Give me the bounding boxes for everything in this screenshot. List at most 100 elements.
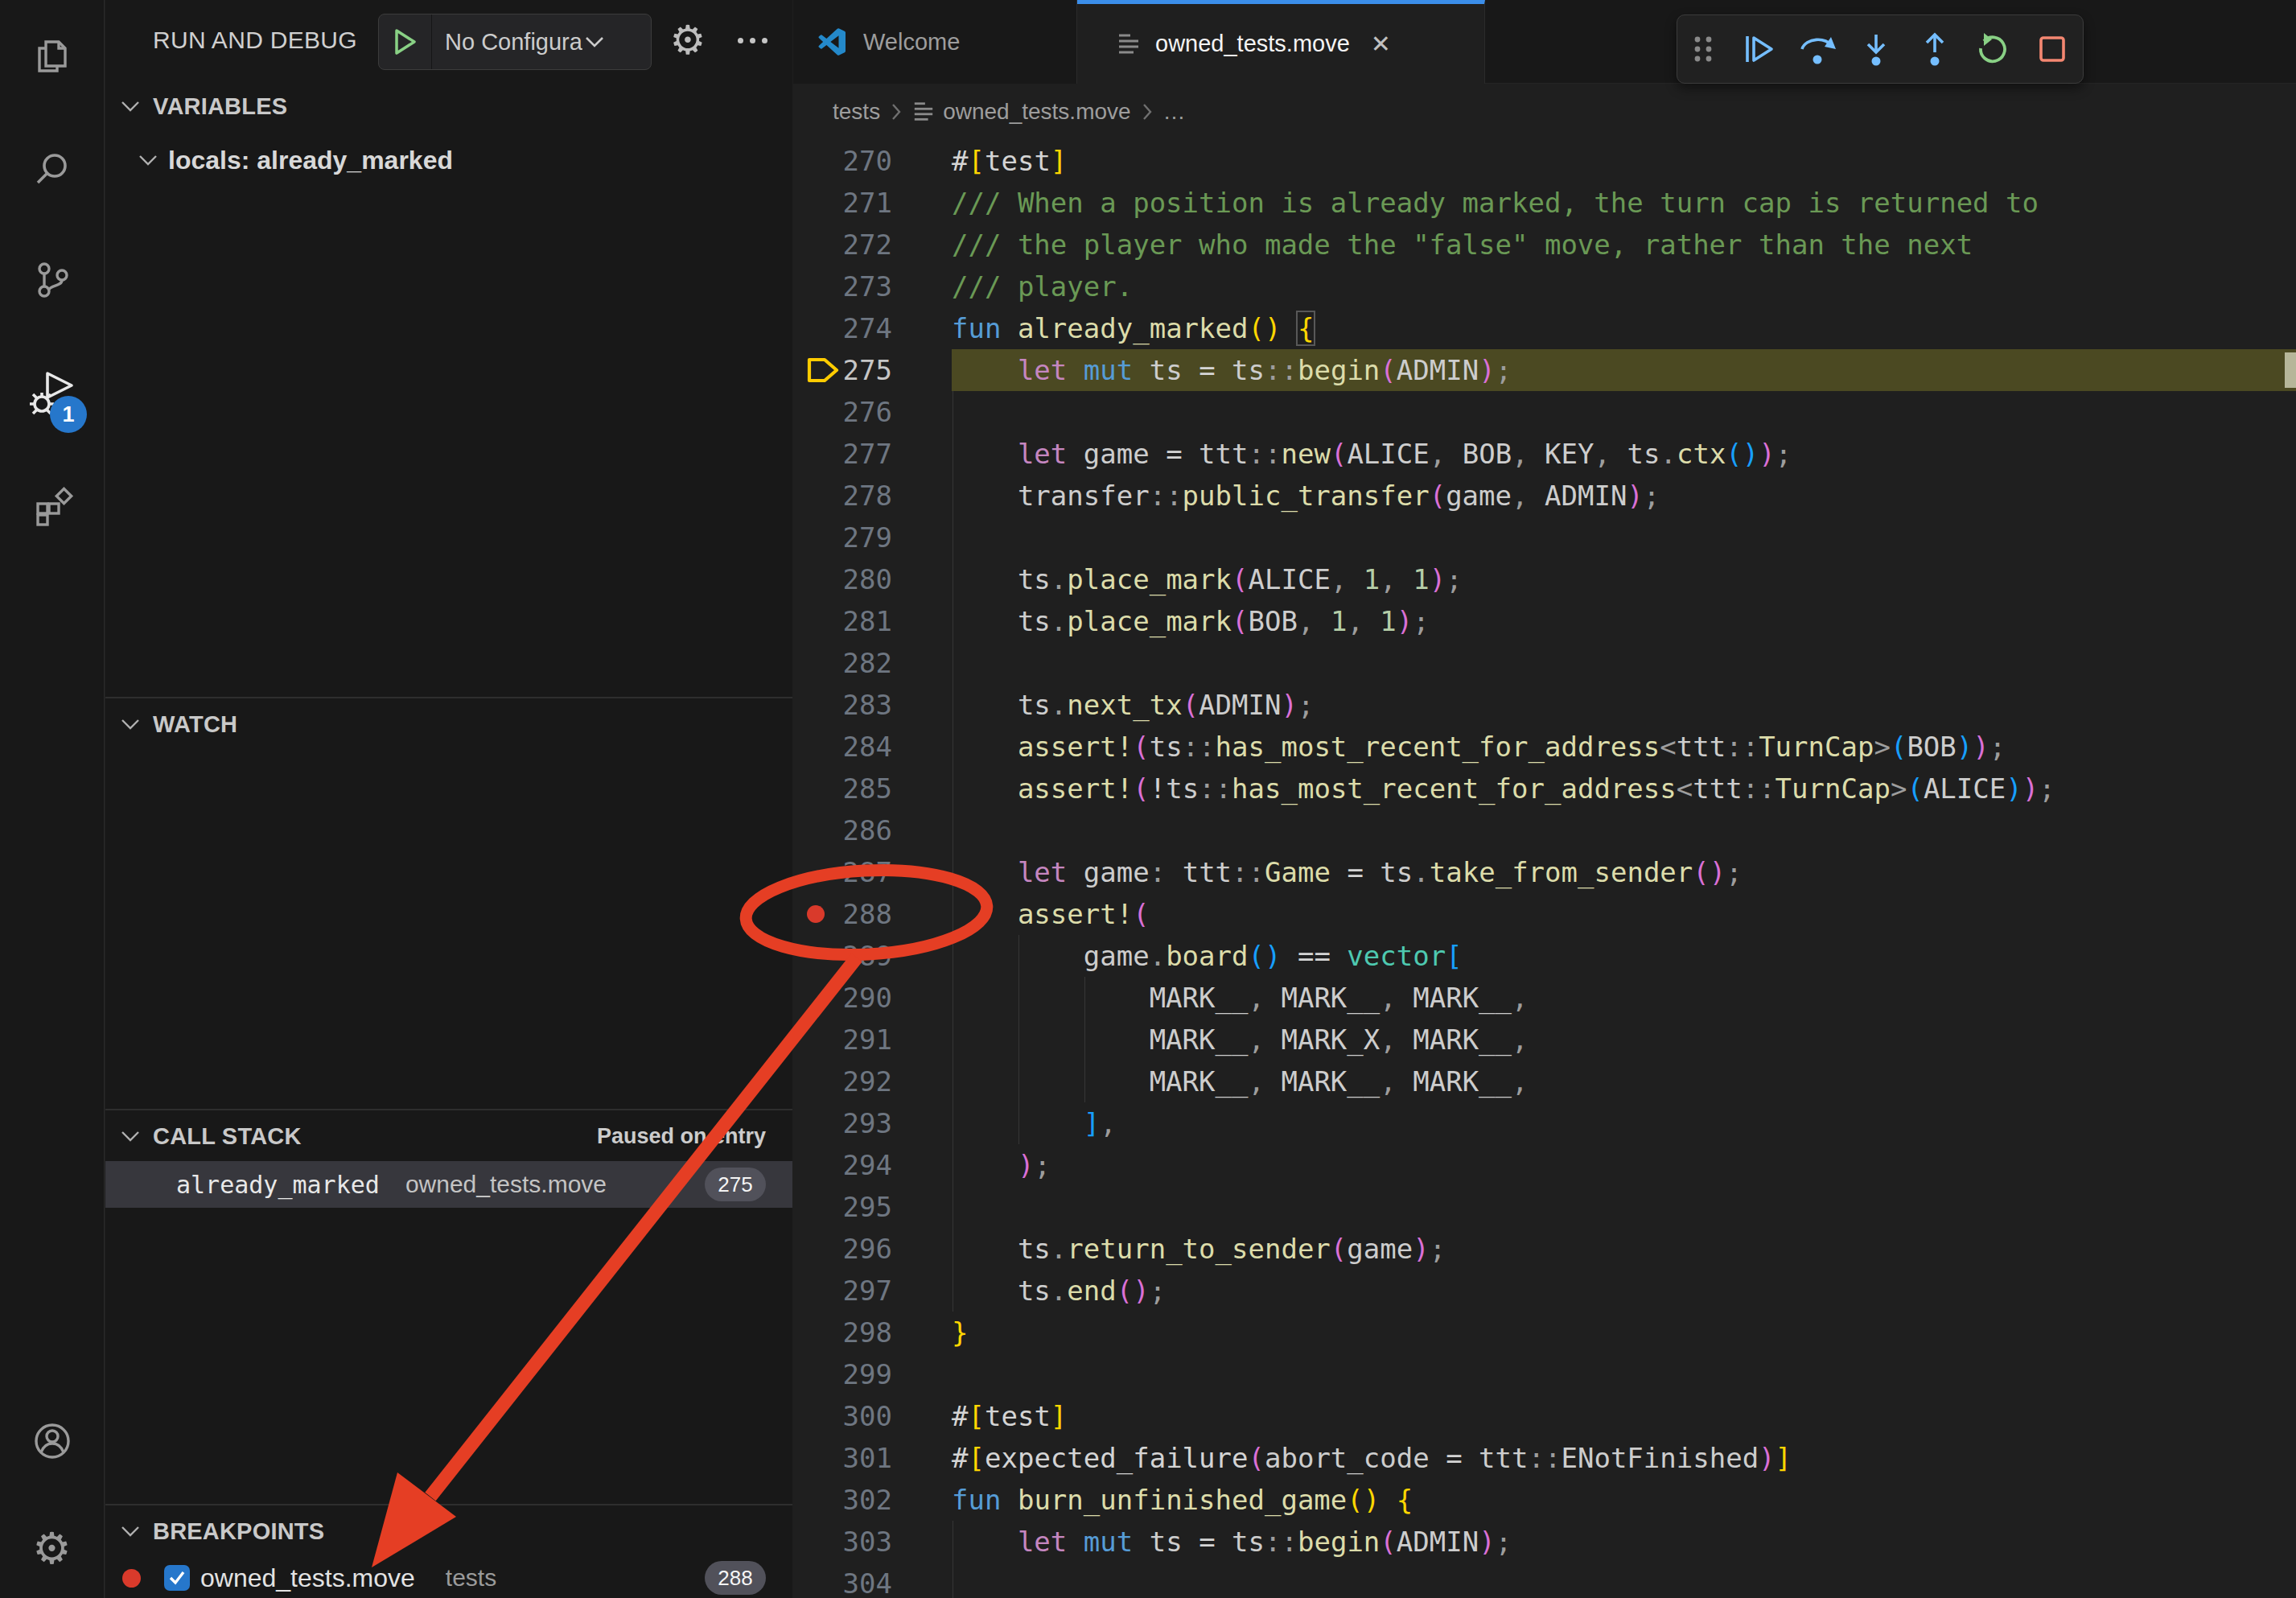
gutter-line-276[interactable]: 276 [793,391,952,433]
gutter-line-289[interactable]: 289 [793,935,952,977]
breakpoint-row[interactable]: owned_tests.move tests 288 [105,1555,792,1598]
gutter-line-280[interactable]: 280 [793,558,952,600]
code-line-297[interactable]: 297 ts.end(); [793,1270,2296,1312]
code-text-line-298[interactable]: } [952,1312,968,1353]
code-line-295[interactable]: 295 [793,1186,2296,1228]
breadcrumb-tests[interactable]: tests [833,99,880,125]
section-variables[interactable]: VARIABLES [105,80,792,132]
breakpoint-dot-icon[interactable] [806,893,825,935]
tab-owned-tests-move[interactable]: owned_tests.move ✕ [1077,0,1485,84]
code-line-280[interactable]: 280 ts.place_mark(ALICE, 1, 1); [793,558,2296,600]
step-into-button[interactable] [1846,14,1905,84]
code-text-line-287[interactable]: let game: ttt::Game = ts.take_from_sende… [952,851,1743,893]
tab-welcome[interactable]: Welcome [793,0,1077,84]
code-line-281[interactable]: 281 ts.place_mark(BOB, 1, 1); [793,600,2296,642]
code-text-line-290[interactable]: MARK__, MARK__, MARK__, [952,977,1529,1019]
gutter-line-300[interactable]: 300 [793,1395,952,1437]
code-line-272[interactable]: 272/// the player who made the "false" m… [793,224,2296,266]
code-text-line-296[interactable]: ts.return_to_sender(game); [952,1228,1446,1270]
gutter-line-279[interactable]: 279 [793,517,952,558]
code-text-line-275[interactable]: let mut ts = ts::begin(ADMIN); [952,349,1512,391]
gear-icon[interactable]: ⚙ [669,21,707,60]
gutter-line-291[interactable]: 291 [793,1019,952,1061]
gutter-line-274[interactable]: 274 [793,307,952,349]
code-text-line-285[interactable]: assert!(!ts::has_most_recent_for_address… [952,768,2055,809]
code-text-line-297[interactable]: ts.end(); [952,1270,1166,1312]
gutter-line-304[interactable]: 304 [793,1563,952,1598]
code-line-278[interactable]: 278 transfer::public_transfer(game, ADMI… [793,475,2296,517]
code-text-line-271[interactable]: /// When a position is already marked, t… [952,182,2039,224]
gutter-line-286[interactable]: 286 [793,809,952,851]
gutter-line-288[interactable]: 288 [793,893,952,935]
code-line-294[interactable]: 294 ); [793,1144,2296,1186]
section-watch[interactable]: WATCH [105,698,792,750]
gutter-line-277[interactable]: 277 [793,433,952,475]
gutter-line-303[interactable]: 303 [793,1521,952,1563]
gutter-line-302[interactable]: 302 [793,1479,952,1521]
code-text-line-303[interactable]: let mut ts = ts::begin(ADMIN); [952,1521,1512,1563]
explorer-icon[interactable] [28,32,76,80]
gutter-line-290[interactable]: 290 [793,977,952,1019]
search-icon[interactable] [28,145,76,193]
gutter-line-281[interactable]: 281 [793,600,952,642]
variables-scope-locals[interactable]: locals: already_marked [105,137,792,183]
code-line-303[interactable]: 303 let mut ts = ts::begin(ADMIN); [793,1521,2296,1563]
code-line-291[interactable]: 291 MARK__, MARK_X, MARK__, [793,1019,2296,1061]
gutter-line-292[interactable]: 292 [793,1061,952,1102]
code-line-283[interactable]: 283 ts.next_tx(ADMIN); [793,684,2296,726]
code-line-296[interactable]: 296 ts.return_to_sender(game); [793,1228,2296,1270]
section-call-stack[interactable]: CALL STACK Paused on entry [105,1110,792,1162]
code-line-292[interactable]: 292 MARK__, MARK__, MARK__, [793,1061,2296,1102]
code-line-287[interactable]: 287 let game: ttt::Game = ts.take_from_s… [793,851,2296,893]
stop-button[interactable] [2022,14,2081,84]
code-text-line-301[interactable]: #[expected_failure(abort_code = ttt::ENo… [952,1437,1792,1479]
code-text-line-300[interactable]: #[test] [952,1395,1067,1437]
code-text-line-273[interactable]: /// player. [952,266,1133,307]
code-text-line-281[interactable]: ts.place_mark(BOB, 1, 1); [952,600,1430,642]
gutter-line-287[interactable]: 287 [793,851,952,893]
gutter-line-270[interactable]: 270 [793,140,952,182]
code-text-line-288[interactable]: assert!( [952,893,1150,935]
gutter-line-293[interactable]: 293 [793,1102,952,1144]
gutter-line-271[interactable]: 271 [793,182,952,224]
gutter-line-298[interactable]: 298 [793,1312,952,1353]
code-line-304[interactable]: 304 [793,1563,2296,1598]
gutter-line-296[interactable]: 296 [793,1228,952,1270]
code-text-line-278[interactable]: transfer::public_transfer(game, ADMIN); [952,475,1660,517]
code-line-282[interactable]: 282 [793,642,2296,684]
gutter-line-283[interactable]: 283 [793,684,952,726]
close-icon[interactable]: ✕ [1371,30,1391,58]
gutter-line-282[interactable]: 282 [793,642,952,684]
gutter-line-295[interactable]: 295 [793,1186,952,1228]
code-line-289[interactable]: 289 game.board() == vector[ [793,935,2296,977]
code-line-301[interactable]: 301#[expected_failure(abort_code = ttt::… [793,1437,2296,1479]
code-line-290[interactable]: 290 MARK__, MARK__, MARK__, [793,977,2296,1019]
code-line-277[interactable]: 277 let game = ttt::new(ALICE, BOB, KEY,… [793,433,2296,475]
code-line-274[interactable]: 274fun already_marked() { [793,307,2296,349]
continue-button[interactable] [1729,14,1788,84]
breakpoint-checkbox[interactable] [164,1565,190,1591]
code-line-273[interactable]: 273/// player. [793,266,2296,307]
code-editor[interactable]: 270#[test]271/// When a position is alre… [793,140,2296,1598]
code-line-299[interactable]: 299 [793,1353,2296,1395]
code-text-line-284[interactable]: assert!(ts::has_most_recent_for_address<… [952,726,2006,768]
code-text-line-280[interactable]: ts.place_mark(ALICE, 1, 1); [952,558,1463,600]
code-text-line-294[interactable]: ); [952,1144,1051,1186]
debug-current-line-icon[interactable] [806,349,840,391]
gutter-line-301[interactable]: 301 [793,1437,952,1479]
code-text-line-272[interactable]: /// the player who made the "false" move… [952,224,1973,266]
breadcrumb-file[interactable]: owned_tests.move [943,99,1130,125]
account-icon[interactable] [28,1417,76,1465]
code-text-line-270[interactable]: #[test] [952,140,1067,182]
step-over-button[interactable] [1788,14,1846,84]
gutter-line-284[interactable]: 284 [793,726,952,768]
code-line-286[interactable]: 286 [793,809,2296,851]
breadcrumb-more[interactable]: … [1163,99,1186,125]
code-line-302[interactable]: 302fun burn_unfinished_game() { [793,1479,2296,1521]
code-text-line-291[interactable]: MARK__, MARK_X, MARK__, [952,1019,1529,1061]
code-text-line-283[interactable]: ts.next_tx(ADMIN); [952,684,1314,726]
gutter-line-297[interactable]: 297 [793,1270,952,1312]
code-line-275[interactable]: 275 let mut ts = ts::begin(ADMIN); [793,349,2296,391]
restart-button[interactable] [1964,14,2022,84]
code-line-293[interactable]: 293 ], [793,1102,2296,1144]
